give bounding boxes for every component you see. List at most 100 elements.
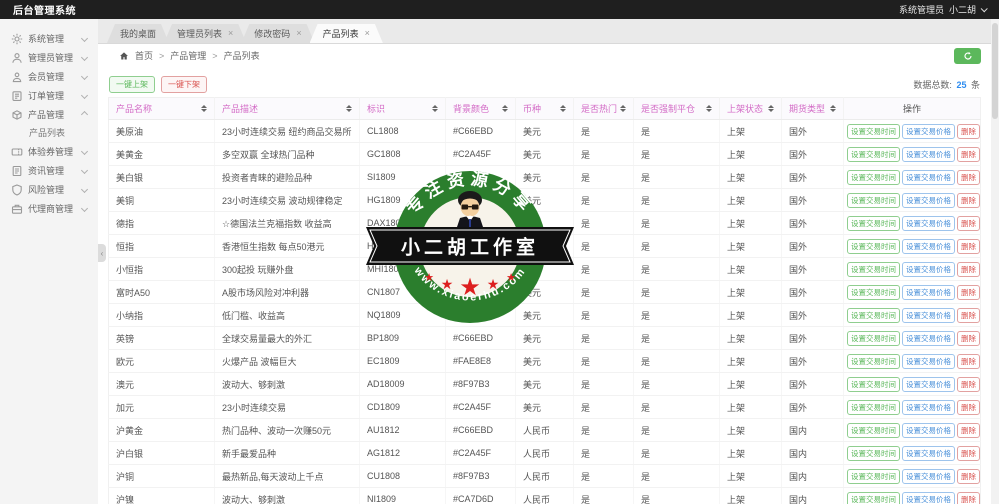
delete-button[interactable]: 删除 <box>957 308 980 323</box>
sidebar-item-7[interactable]: 风险管理 <box>0 180 98 199</box>
set-trade-time-button[interactable]: 设置交易时间 <box>847 492 900 504</box>
batch-on-shelf-button[interactable]: 一键上架 <box>109 76 155 93</box>
delete-button[interactable]: 删除 <box>957 193 980 208</box>
close-icon[interactable]: × <box>365 29 370 38</box>
set-trade-price-button[interactable]: 设置交易价格 <box>902 147 955 162</box>
column-header-8[interactable]: 期货类型 <box>782 98 844 120</box>
set-trade-price-button[interactable]: 设置交易价格 <box>902 377 955 392</box>
set-trade-price-button[interactable]: 设置交易价格 <box>902 492 955 504</box>
sort-icon[interactable] <box>201 105 207 112</box>
set-trade-price-button[interactable]: 设置交易价格 <box>902 239 955 254</box>
delete-button[interactable]: 删除 <box>957 285 980 300</box>
sort-icon[interactable] <box>560 105 566 112</box>
delete-button[interactable]: 删除 <box>957 124 980 139</box>
delete-button[interactable]: 删除 <box>957 354 980 369</box>
cell-currency: 人民币 <box>516 442 574 465</box>
delete-button[interactable]: 删除 <box>957 331 980 346</box>
set-trade-price-button[interactable]: 设置交易价格 <box>902 308 955 323</box>
set-trade-time-button[interactable]: 设置交易时间 <box>847 124 900 139</box>
set-trade-time-button[interactable]: 设置交易时间 <box>847 147 900 162</box>
breadcrumb-item[interactable]: 产品管理 <box>170 49 206 62</box>
set-trade-time-button[interactable]: 设置交易时间 <box>847 216 900 231</box>
delete-button[interactable]: 删除 <box>957 216 980 231</box>
sidebar-item-8[interactable]: 代理商管理 <box>0 199 98 218</box>
set-trade-time-button[interactable]: 设置交易时间 <box>847 193 900 208</box>
set-trade-price-button[interactable]: 设置交易价格 <box>902 400 955 415</box>
user-menu[interactable]: 系统管理员 小二胡 <box>899 3 986 16</box>
cell-is-hot: 是 <box>574 143 634 166</box>
delete-button[interactable]: 删除 <box>957 400 980 415</box>
set-trade-price-button[interactable]: 设置交易价格 <box>902 262 955 277</box>
delete-button[interactable]: 删除 <box>957 170 980 185</box>
sidebar-item-2[interactable]: 会员管理 <box>0 67 98 86</box>
set-trade-time-button[interactable]: 设置交易时间 <box>847 377 900 392</box>
sort-icon[interactable] <box>706 105 712 112</box>
delete-button[interactable]: 删除 <box>957 492 980 504</box>
set-trade-price-button[interactable]: 设置交易价格 <box>902 216 955 231</box>
sidebar-item-6[interactable]: 资讯管理 <box>0 161 98 180</box>
column-header-4[interactable]: 币种 <box>516 98 574 120</box>
close-icon[interactable]: × <box>228 29 233 38</box>
set-trade-price-button[interactable]: 设置交易价格 <box>902 469 955 484</box>
set-trade-time-button[interactable]: 设置交易时间 <box>847 331 900 346</box>
sort-icon[interactable] <box>620 105 626 112</box>
set-trade-price-button[interactable]: 设置交易价格 <box>902 170 955 185</box>
column-header-1[interactable]: 产品描述 <box>215 98 360 120</box>
column-header-7[interactable]: 上架状态 <box>720 98 782 120</box>
tab-3[interactable]: 产品列表× <box>310 24 383 43</box>
breadcrumb-item[interactable]: 产品列表 <box>224 49 260 62</box>
scrollbar-thumb[interactable] <box>992 23 998 119</box>
sidebar-collapse-handle[interactable]: ‹ <box>98 244 106 262</box>
set-trade-time-button[interactable]: 设置交易时间 <box>847 170 900 185</box>
sort-icon[interactable] <box>502 105 508 112</box>
column-header-2[interactable]: 标识 <box>360 98 446 120</box>
sidebar-item-3[interactable]: 订单管理 <box>0 86 98 105</box>
tab-1[interactable]: 管理员列表× <box>164 24 246 43</box>
delete-button[interactable]: 删除 <box>957 446 980 461</box>
delete-button[interactable]: 删除 <box>957 423 980 438</box>
set-trade-price-button[interactable]: 设置交易价格 <box>902 331 955 346</box>
set-trade-price-button[interactable]: 设置交易价格 <box>902 124 955 139</box>
set-trade-time-button[interactable]: 设置交易时间 <box>847 239 900 254</box>
delete-button[interactable]: 删除 <box>957 469 980 484</box>
set-trade-price-button[interactable]: 设置交易价格 <box>902 423 955 438</box>
set-trade-time-button[interactable]: 设置交易时间 <box>847 262 900 277</box>
delete-button[interactable]: 删除 <box>957 147 980 162</box>
set-trade-time-button[interactable]: 设置交易时间 <box>847 446 900 461</box>
set-trade-time-button[interactable]: 设置交易时间 <box>847 285 900 300</box>
set-trade-time-button[interactable]: 设置交易时间 <box>847 354 900 369</box>
delete-button[interactable]: 删除 <box>957 262 980 277</box>
set-trade-time-button[interactable]: 设置交易时间 <box>847 400 900 415</box>
set-trade-time-button[interactable]: 设置交易时间 <box>847 308 900 323</box>
set-trade-time-button[interactable]: 设置交易时间 <box>847 423 900 438</box>
sidebar-item-1[interactable]: 管理员管理 <box>0 48 98 67</box>
sidebar-subitem-4-0[interactable]: 产品列表 <box>0 124 98 142</box>
sort-icon[interactable] <box>346 105 352 112</box>
sidebar-item-0[interactable]: 系统管理 <box>0 29 98 48</box>
column-header-5[interactable]: 是否热门 <box>574 98 634 120</box>
sort-icon[interactable] <box>432 105 438 112</box>
refresh-button[interactable] <box>954 48 981 64</box>
close-icon[interactable]: × <box>296 29 301 38</box>
sidebar-item-5[interactable]: 体验券管理 <box>0 142 98 161</box>
cell-shelf-status: 上架 <box>720 189 782 212</box>
delete-button[interactable]: 删除 <box>957 377 980 392</box>
batch-off-shelf-button[interactable]: 一键下架 <box>161 76 207 93</box>
tab-2[interactable]: 修改密码× <box>241 24 314 43</box>
sort-icon[interactable] <box>768 105 774 112</box>
sort-icon[interactable] <box>830 105 836 112</box>
scrollbar-track[interactable] <box>991 19 999 504</box>
set-trade-price-button[interactable]: 设置交易价格 <box>902 446 955 461</box>
delete-button[interactable]: 删除 <box>957 239 980 254</box>
breadcrumb-home[interactable]: 首页 <box>135 49 153 62</box>
sidebar-item-4[interactable]: 产品管理 <box>0 105 98 124</box>
set-trade-price-button[interactable]: 设置交易价格 <box>902 193 955 208</box>
tab-0[interactable]: 我的桌面 <box>107 24 169 43</box>
set-trade-time-button[interactable]: 设置交易时间 <box>847 469 900 484</box>
column-header-0[interactable]: 产品名称 <box>109 98 215 120</box>
column-header-6[interactable]: 是否强制平仓 <box>634 98 720 120</box>
cell-product-code: CL1808 <box>360 120 446 143</box>
set-trade-price-button[interactable]: 设置交易价格 <box>902 285 955 300</box>
set-trade-price-button[interactable]: 设置交易价格 <box>902 354 955 369</box>
column-header-3[interactable]: 背景颜色 <box>446 98 516 120</box>
